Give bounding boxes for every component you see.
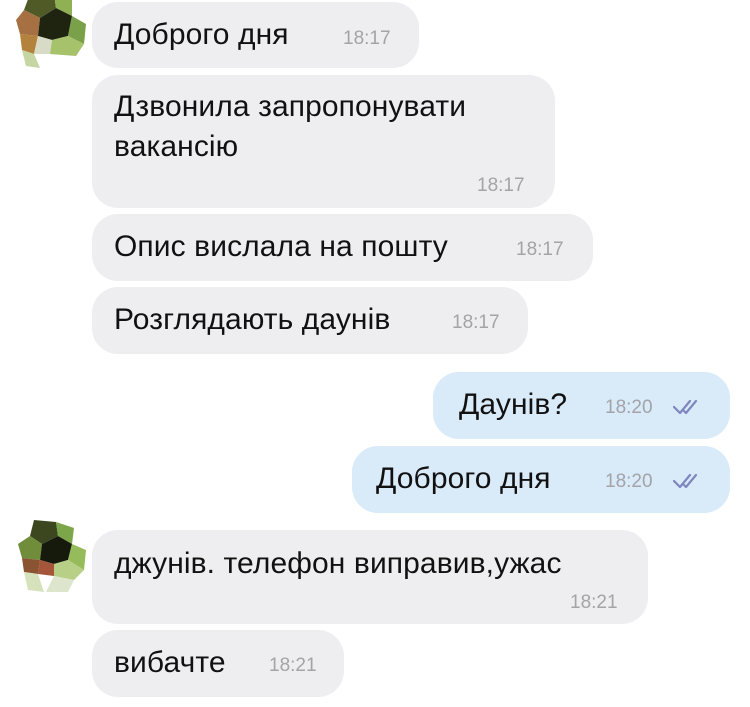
message-text: Доброго дня bbox=[376, 462, 551, 495]
message-timestamp: 18:21 bbox=[570, 592, 618, 613]
message-text: джунів. телефон виправив,ужас bbox=[114, 547, 562, 580]
message-text: Розглядають даунів bbox=[114, 303, 391, 336]
incoming-message-bubble[interactable]: Розглядають даунів 18:17 bbox=[92, 287, 528, 354]
message-timestamp: 18:17 bbox=[477, 175, 525, 196]
message-timestamp: 18:17 bbox=[516, 239, 564, 260]
message-text-line: Дзвонила запропонувати bbox=[114, 90, 467, 123]
outgoing-message-bubble[interactable]: Доброго дня 18:20 bbox=[352, 446, 730, 513]
incoming-message-bubble[interactable]: джунів. телефон виправив,ужас 18:21 bbox=[92, 530, 648, 624]
message-timestamp: 18:17 bbox=[343, 28, 391, 49]
incoming-message-bubble[interactable]: Доброго дня 18:17 bbox=[92, 2, 419, 68]
sender-avatar-icon[interactable] bbox=[10, 0, 86, 70]
message-text: Доброго дня bbox=[114, 18, 289, 51]
message-text: вибачте bbox=[114, 646, 226, 679]
chat-message-list[interactable]: Доброго дня 18:17 Дзвонила запропонувати… bbox=[0, 0, 750, 707]
incoming-message-bubble[interactable]: Дзвонила запропонувати вакансію 18:17 bbox=[92, 75, 555, 208]
double-check-icon bbox=[673, 473, 698, 489]
incoming-message-bubble[interactable]: вибачте 18:21 bbox=[92, 630, 344, 697]
message-text: Опис вислала на пошту bbox=[114, 230, 448, 263]
incoming-message-bubble[interactable]: Опис вислала на пошту 18:17 bbox=[92, 214, 593, 281]
message-timestamp: 18:17 bbox=[452, 312, 500, 333]
sender-avatar-icon[interactable] bbox=[10, 518, 86, 594]
message-timestamp: 18:20 bbox=[605, 471, 653, 492]
outgoing-message-bubble[interactable]: Даунів? 18:20 bbox=[433, 372, 730, 439]
message-text: Даунів? bbox=[459, 388, 568, 421]
message-timestamp: 18:20 bbox=[605, 397, 653, 418]
message-text-line: вакансію bbox=[114, 130, 239, 163]
double-check-icon bbox=[673, 399, 698, 415]
message-timestamp: 18:21 bbox=[269, 655, 317, 676]
